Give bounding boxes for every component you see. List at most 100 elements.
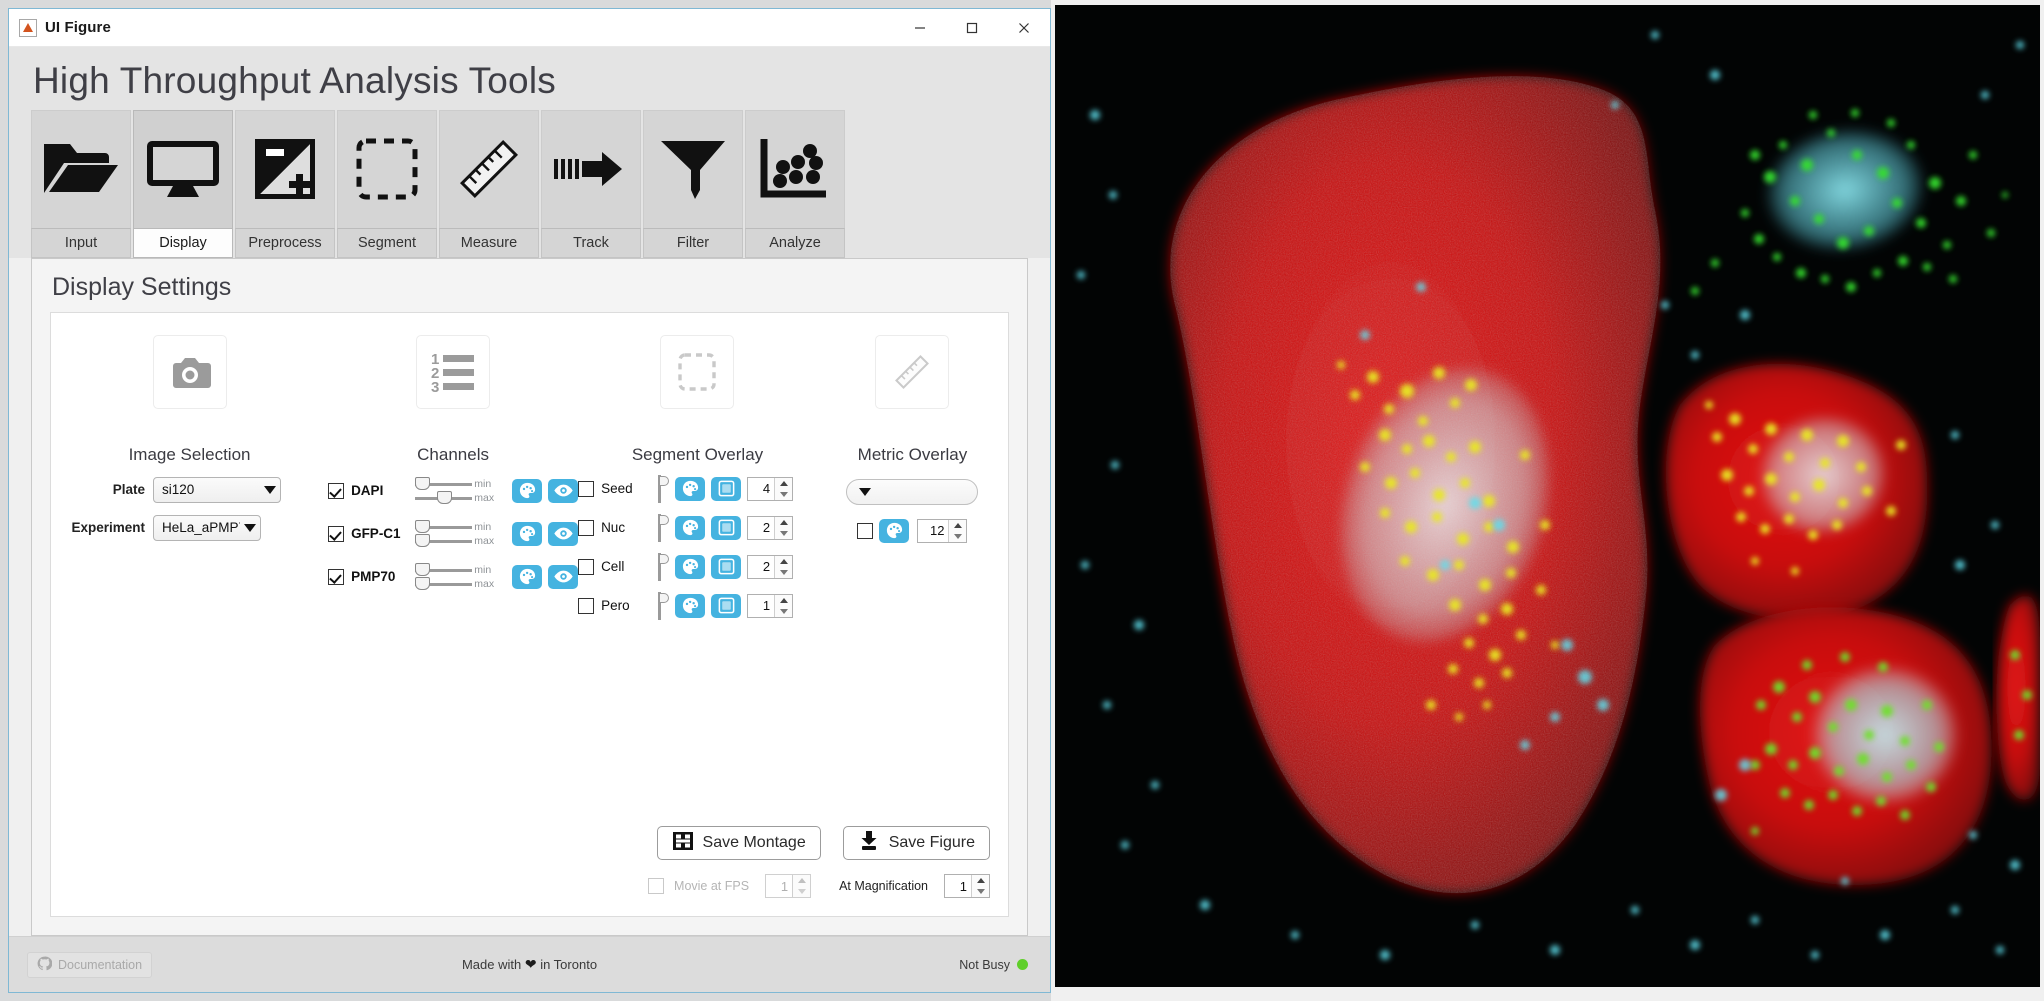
channel-checkbox-gfp-c1[interactable] [328, 525, 345, 542]
maximize-button[interactable] [946, 9, 998, 46]
fluorescence-microscopy-image[interactable] [1055, 5, 2040, 987]
metric-select[interactable] [846, 478, 979, 505]
segment-checkbox-nuc[interactable] [578, 519, 595, 536]
mask-fill-icon[interactable] [711, 515, 742, 540]
svg-text:3: 3 [431, 379, 439, 393]
plate-select[interactable]: si120 [153, 476, 281, 503]
spin-value: 1 [762, 598, 771, 614]
spin-down-button[interactable] [775, 567, 792, 578]
segment-row: Nuc 2 [578, 513, 817, 543]
segment-checkbox-cell[interactable] [578, 558, 595, 575]
mask-fill-icon[interactable] [711, 554, 742, 579]
tab-measure[interactable]: Measure [439, 109, 539, 258]
matlab-figure-icon [19, 18, 37, 37]
segment-line-width-cell[interactable]: 2 [747, 554, 794, 579]
segment-line-width-pero[interactable]: 1 [747, 593, 794, 618]
spin-down-button[interactable] [972, 886, 989, 897]
opacity-slider-cell[interactable] [653, 552, 670, 581]
segment-row: Seed 4 [578, 474, 817, 504]
title-bar: UI Figure [9, 9, 1050, 47]
panel-title: Display Settings [52, 272, 232, 301]
channel-range-sliders-dapi[interactable] [414, 476, 473, 505]
tab-preprocess[interactable]: Preprocess [235, 109, 335, 258]
save-figure-button[interactable]: Save Figure [842, 826, 990, 860]
spin-down-button[interactable] [775, 528, 792, 539]
tab-label: Track [541, 227, 641, 258]
spin-down-button[interactable] [949, 531, 966, 542]
section-heading: Channels [417, 444, 489, 464]
palette-icon[interactable] [512, 478, 543, 503]
channel-label: PMP70 [351, 569, 396, 585]
palette-icon[interactable] [512, 521, 543, 546]
settings-sections: Image Selection Plate si120 Experiment H… [51, 313, 1008, 621]
spin-up-button[interactable] [775, 595, 792, 606]
palette-icon[interactable] [675, 554, 706, 579]
spin-down-button[interactable] [775, 606, 792, 617]
channel-checkbox-pmp70[interactable] [328, 568, 345, 585]
tab-analyze[interactable]: Analyze [745, 109, 845, 258]
minimize-button[interactable] [894, 9, 946, 46]
spin-up-button[interactable] [775, 556, 792, 567]
channel-range-sliders-pmp70[interactable] [414, 562, 473, 591]
movie-fps-stepper[interactable]: 1 [765, 874, 812, 898]
save-options-row: Movie at FPS 1 At Magnification 1 [570, 874, 990, 898]
palette-icon[interactable] [879, 518, 910, 543]
opacity-slider-nuc[interactable] [653, 513, 670, 542]
numbered-list-icon: 1 2 3 [416, 334, 491, 409]
tab-display[interactable]: Display [133, 109, 233, 258]
image-viewer-pane [1051, 0, 2044, 1001]
save-buttons-row: Save Montage Save Figure [570, 826, 990, 860]
spin-value: 4 [762, 481, 771, 497]
channel-label: GFP-C1 [351, 526, 401, 542]
spin-down-button[interactable] [775, 489, 792, 500]
experiment-select[interactable]: HeLa_aPMP70 [153, 514, 261, 541]
spin-value: 2 [762, 520, 771, 536]
segment-line-width-nuc[interactable]: 2 [747, 515, 794, 540]
spin-up-button[interactable] [972, 875, 989, 886]
metric-checkbox[interactable] [857, 522, 874, 539]
palette-icon[interactable] [675, 593, 706, 618]
heart-icon: ❤ [524, 956, 537, 972]
close-button[interactable] [998, 9, 1050, 46]
magnification-stepper[interactable]: 1 [944, 874, 990, 898]
movie-checkbox[interactable] [648, 878, 665, 894]
spin-value: 12 [929, 523, 945, 539]
channel-range-sliders-gfp-c1[interactable] [414, 519, 473, 548]
tab-segment[interactable]: Segment [337, 109, 437, 258]
spin-up-button[interactable] [775, 517, 792, 528]
spin-down-button[interactable] [793, 886, 810, 897]
channel-checkbox-dapi[interactable] [328, 482, 345, 499]
mask-fill-icon[interactable] [711, 593, 742, 618]
spin-up-button[interactable] [949, 520, 966, 531]
segment-line-width-seed[interactable]: 4 [747, 476, 794, 501]
save-montage-button[interactable]: Save Montage [656, 826, 821, 860]
eye-icon[interactable] [548, 478, 579, 503]
opacity-slider-pero[interactable] [653, 591, 670, 620]
segment-checkbox-pero[interactable] [578, 597, 595, 614]
toolbar-tabs: Input Display Preprocess Segment Measure… [9, 103, 1050, 258]
scatter-plot-icon [745, 109, 845, 228]
download-icon [858, 830, 880, 856]
mask-fill-icon[interactable] [711, 476, 742, 501]
ruler-icon [439, 109, 539, 228]
spin-up-button[interactable] [775, 478, 792, 489]
section-heading: Metric Overlay [857, 444, 968, 464]
eye-icon[interactable] [548, 521, 579, 546]
spin-up-button[interactable] [793, 875, 810, 886]
segment-row: Pero 1 [578, 591, 817, 621]
palette-icon[interactable] [512, 564, 543, 589]
tab-filter[interactable]: Filter [643, 109, 743, 258]
app-header: High Throughput Analysis Tools [9, 47, 1050, 104]
palette-icon[interactable] [675, 515, 706, 540]
tab-track[interactable]: Track [541, 109, 641, 258]
image-selection-section: Image Selection Plate si120 Experiment H… [51, 334, 328, 621]
tab-label: Segment [337, 227, 437, 258]
tab-input[interactable]: Input [31, 109, 131, 258]
metric-font-size-stepper[interactable]: 12 [917, 518, 968, 543]
eye-icon[interactable] [548, 564, 579, 589]
magnification-label: At Magnification [839, 879, 928, 893]
segment-checkbox-seed[interactable] [578, 480, 595, 497]
opacity-slider-seed[interactable] [653, 474, 670, 503]
palette-icon[interactable] [675, 476, 706, 501]
tab-label: Display [133, 227, 233, 258]
